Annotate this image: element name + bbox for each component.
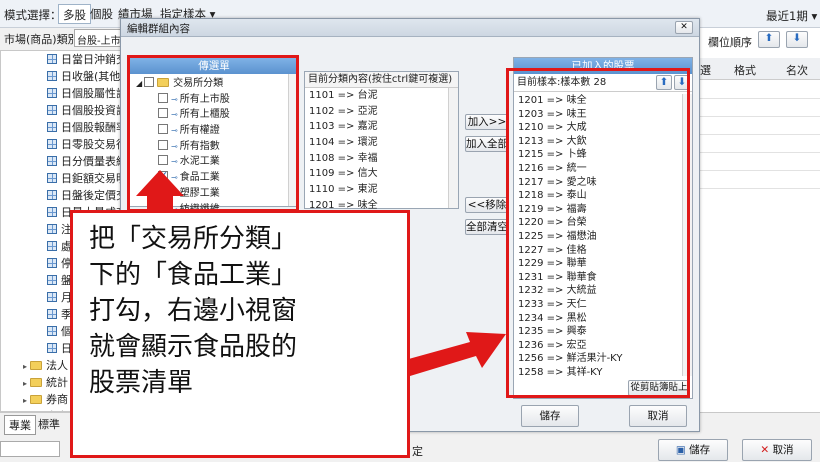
callout-line-3: 打勾，右邊小視窗 — [89, 296, 298, 326]
instruction-callout: 把「交易所分類」 下的「食品工業」 打勾，右邊小視窗 就會顯示食品股的 股票清單 — [70, 210, 410, 458]
arrow-right-pointer — [405, 332, 506, 376]
callout-line-2: 下的「食品工業」 — [89, 260, 298, 290]
callout-line-4: 就會顯示食品股的 — [89, 332, 298, 362]
callout-line-5: 股票清單 — [89, 368, 194, 398]
callout-line-1: 把「交易所分類」 — [89, 224, 298, 254]
app-window: 模式選擇： 多股 個股 績市場 指定樣本 ▾ 最近1期 ▾ 市場(商品)類別 台… — [0, 0, 820, 462]
